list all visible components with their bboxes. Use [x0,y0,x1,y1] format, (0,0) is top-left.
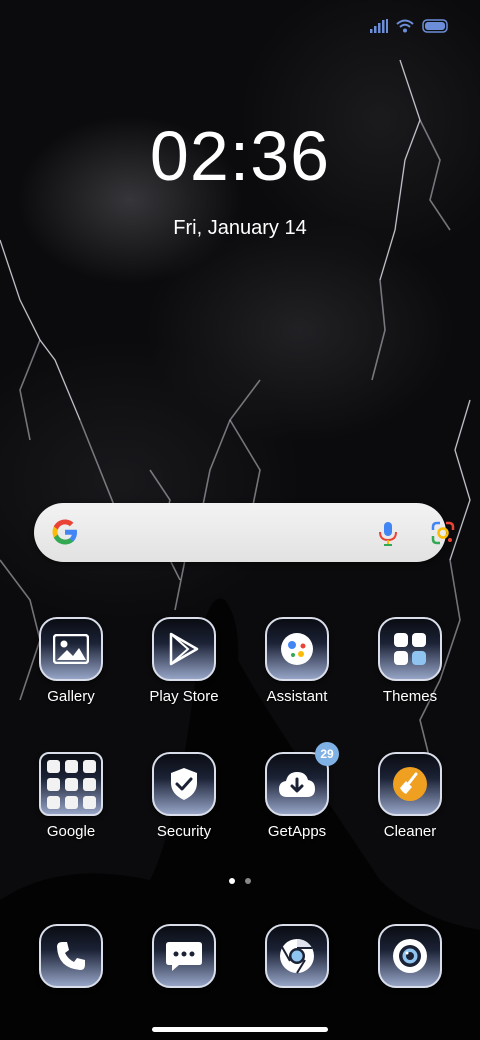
app-label: Themes [382,688,438,705]
app-assistant[interactable]: Assistant [247,617,347,707]
dock-messages[interactable] [134,924,234,988]
assistant-icon [265,617,329,681]
shield-check-icon [152,752,216,816]
app-label: GetApps [267,823,327,840]
app-cleaner[interactable]: Cleaner [360,752,460,842]
dock-phone[interactable] [21,924,121,988]
app-themes[interactable]: Themes [360,617,460,707]
home-indicator[interactable] [152,1027,328,1032]
app-folder-google[interactable]: Google [21,752,121,842]
app-play-store[interactable]: Play Store [134,617,234,707]
signal-icon [370,19,388,33]
app-label: Assistant [266,688,328,705]
gallery-icon [39,617,103,681]
app-label: Play Store [149,688,219,705]
google-g-icon [52,519,77,545]
clock-date: Fri, January 14 [173,217,307,239]
dock-chrome[interactable] [247,924,347,988]
app-label: Security [156,823,212,840]
app-label: Cleaner [383,823,437,840]
themes-icon [378,617,442,681]
battery-icon [422,19,448,33]
chrome-icon [265,924,329,988]
page-dot[interactable] [245,878,251,884]
folder-icon [39,752,103,816]
page-dot-active[interactable] [229,878,235,884]
phone-icon [39,924,103,988]
google-lens-icon[interactable] [430,520,456,546]
cloud-download-icon: 29 [265,742,339,816]
page-indicator [0,878,480,884]
clock-time: 02:36 [149,117,331,195]
google-search-bar[interactable] [34,503,455,562]
dock-camera[interactable] [360,924,460,988]
status-bar [370,16,450,36]
app-getapps[interactable]: 29 GetApps [247,742,347,842]
messages-icon [152,924,216,988]
camera-icon [378,924,442,988]
app-label: Gallery [47,688,95,705]
wifi-icon [396,19,414,33]
app-gallery[interactable]: Gallery [21,617,121,707]
broom-icon [378,752,442,816]
app-label: Google [46,823,96,840]
app-security[interactable]: Security [134,752,234,842]
notification-badge: 29 [315,742,339,766]
microphone-icon[interactable] [374,519,402,547]
play-store-icon [152,617,216,681]
